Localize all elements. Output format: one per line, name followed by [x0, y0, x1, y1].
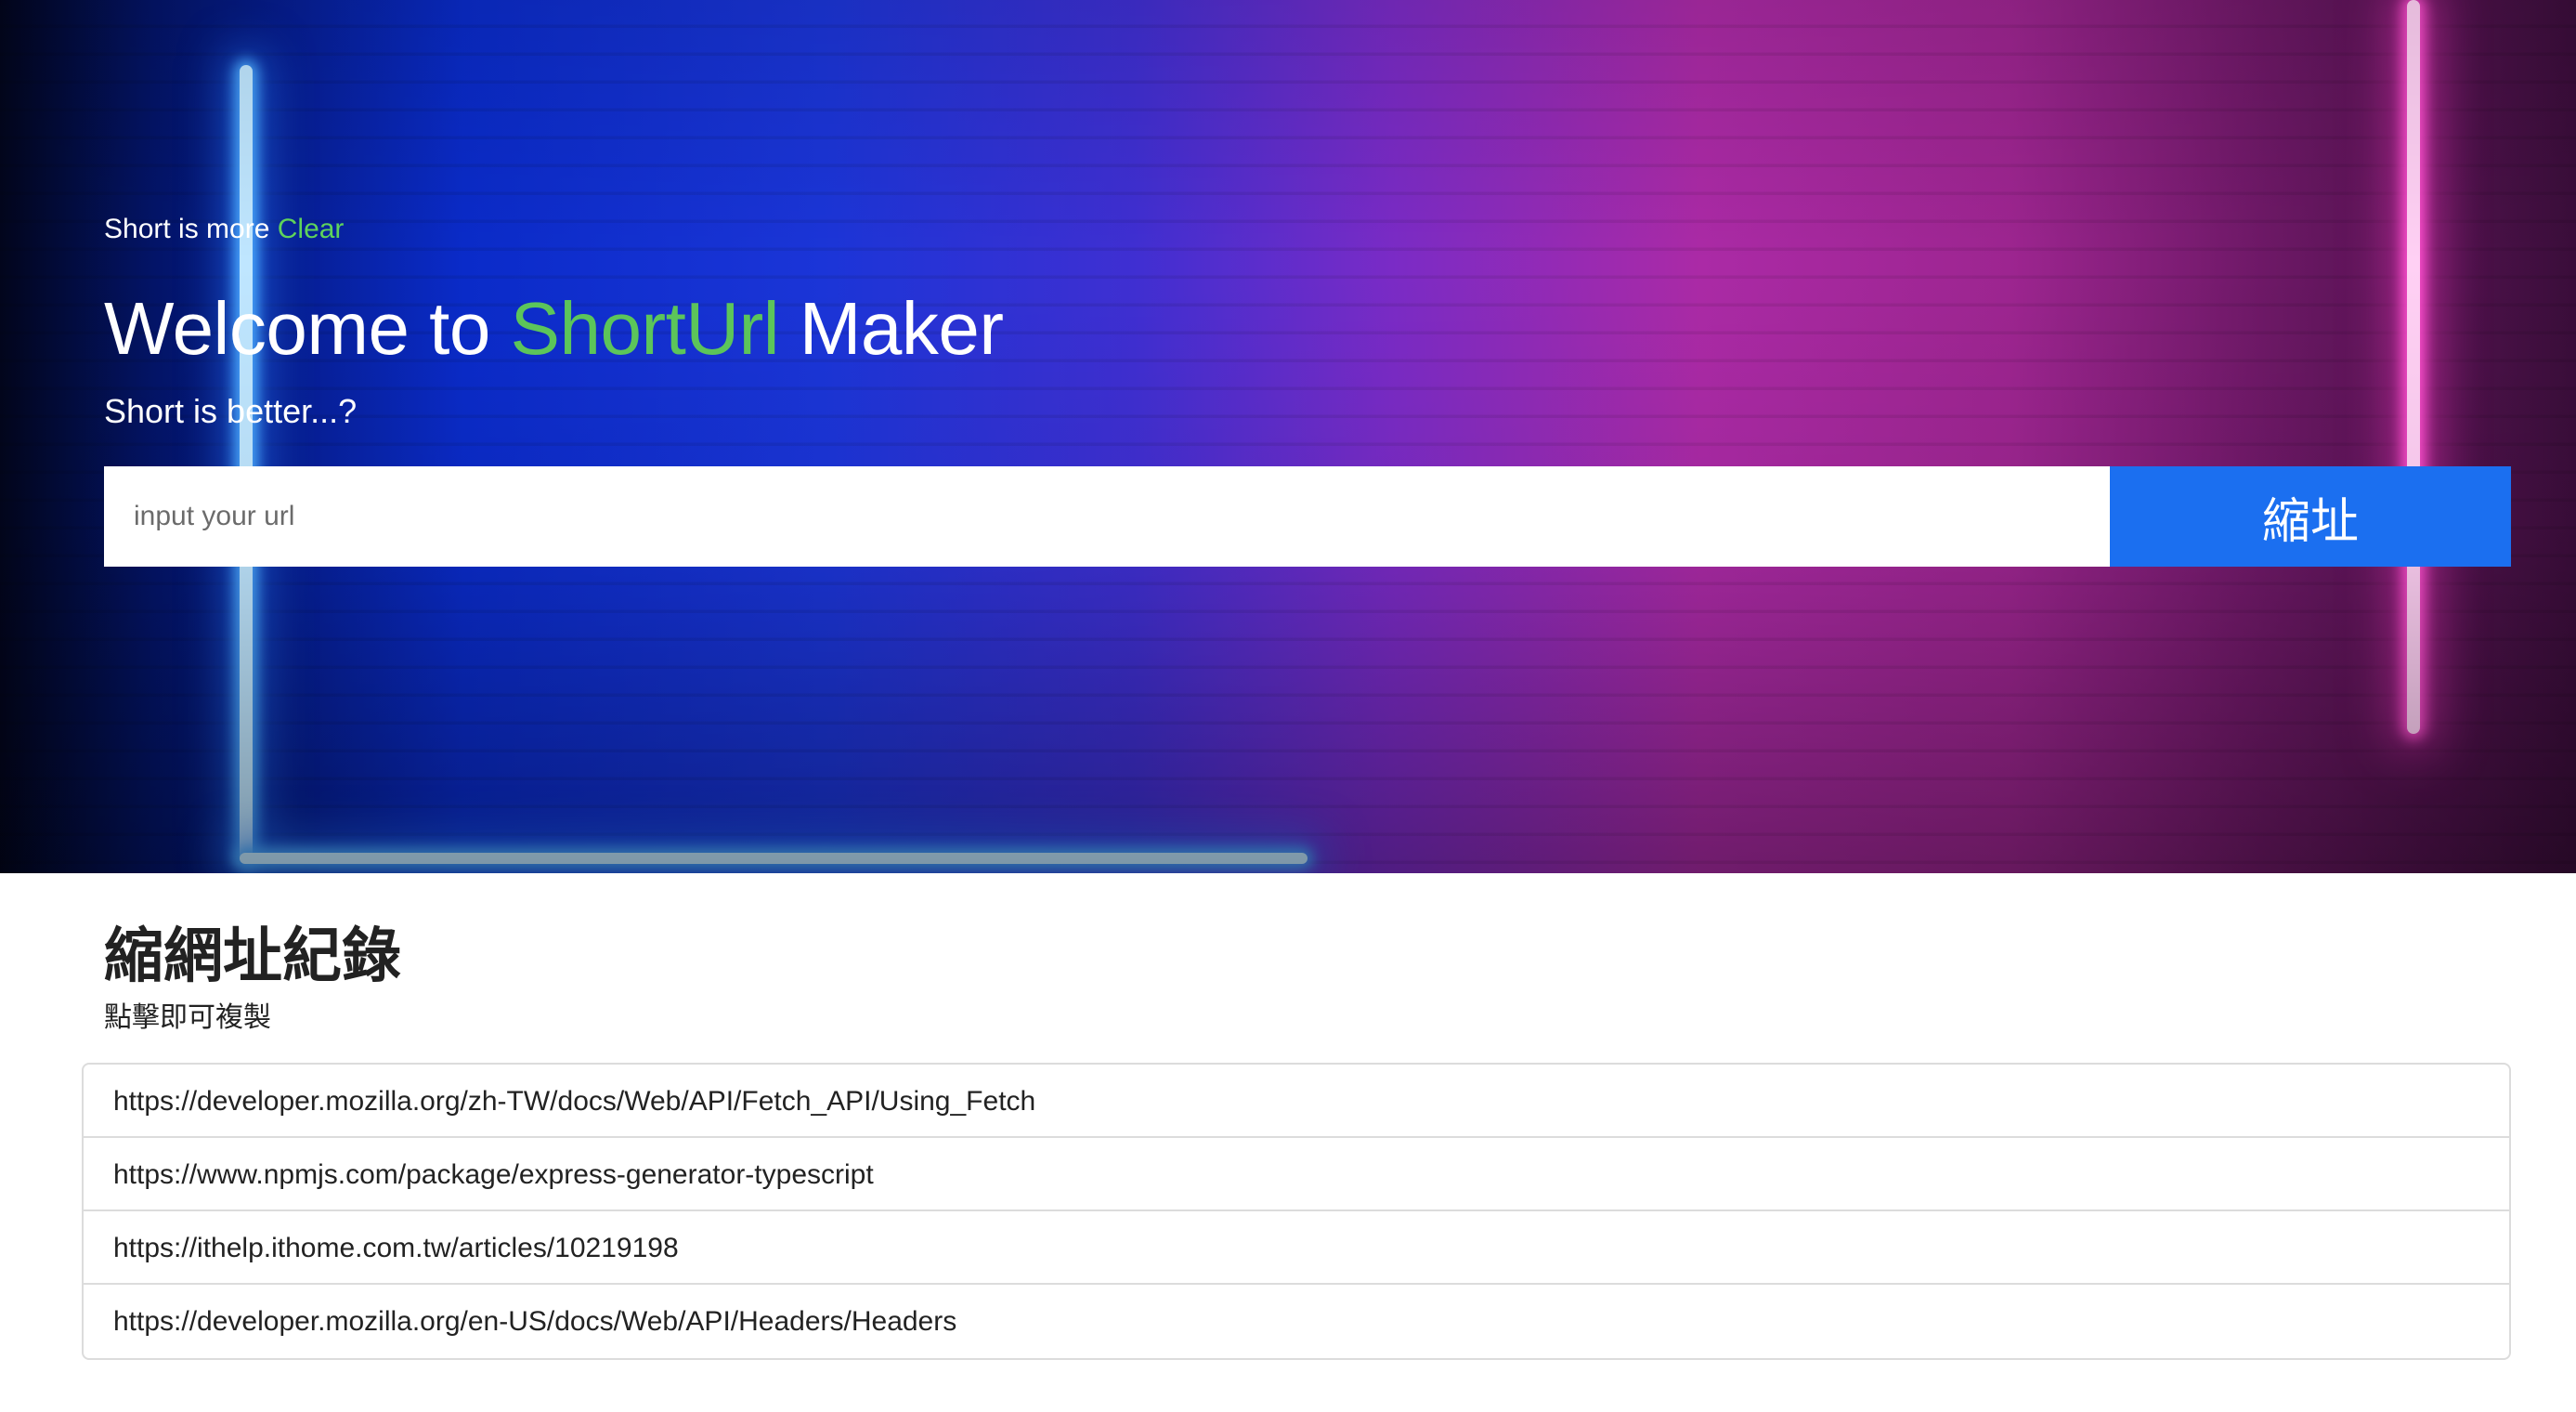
- page-title: Welcome to ShortUrl Maker: [104, 286, 1004, 372]
- title-brand: ShortUrl: [510, 287, 780, 370]
- history-list: https://developer.mozilla.org/zh-TW/docs…: [82, 1063, 2511, 1360]
- title-prefix: Welcome to: [104, 287, 490, 370]
- url-input[interactable]: [104, 466, 2110, 567]
- history-item[interactable]: https://developer.mozilla.org/zh-TW/docs…: [84, 1065, 2509, 1138]
- shorten-form: 縮址: [104, 466, 2511, 567]
- hero-subtitle: Short is better...?: [104, 392, 358, 430]
- hero-shade-overlay: [0, 0, 2576, 873]
- history-hint: 點擊即可複製: [104, 1001, 271, 1034]
- history-item[interactable]: https://www.npmjs.com/package/express-ge…: [84, 1138, 2509, 1211]
- history-title: 縮網址紀錄: [104, 922, 401, 991]
- history-item[interactable]: https://developer.mozilla.org/en-US/docs…: [84, 1285, 2509, 1358]
- title-suffix: Maker: [799, 287, 1004, 370]
- eyebrow-text: Short is more: [104, 214, 270, 244]
- hero-banner: Short is more Clear Welcome to ShortUrl …: [0, 0, 2576, 873]
- clear-link[interactable]: Clear: [278, 214, 345, 244]
- history-item[interactable]: https://ithelp.ithome.com.tw/articles/10…: [84, 1211, 2509, 1285]
- shorten-button[interactable]: 縮址: [2110, 466, 2511, 567]
- hero-eyebrow: Short is more Clear: [104, 214, 344, 245]
